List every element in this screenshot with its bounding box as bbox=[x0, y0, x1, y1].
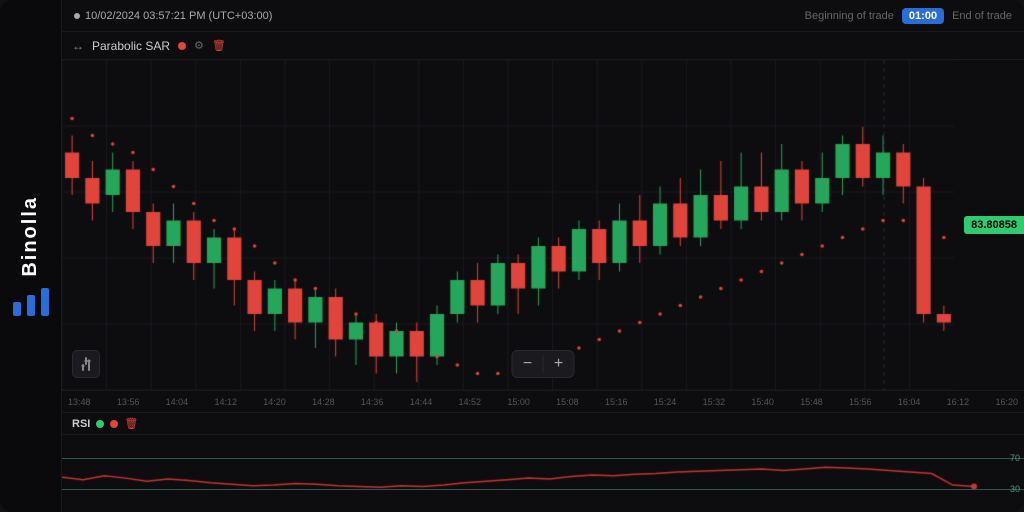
rsi-canvas bbox=[62, 435, 1024, 512]
current-price-label: 83.80858 bbox=[964, 216, 1024, 234]
time-label: 14:36 bbox=[361, 397, 384, 407]
main-container: Binolla 10/02/2024 03:57:21 PM (UTC+03:0… bbox=[0, 0, 1024, 512]
chart-area: 10/02/2024 03:57:21 PM (UTC+03:00) Begin… bbox=[62, 0, 1024, 512]
time-label: 15:08 bbox=[556, 397, 579, 407]
time-label: 16:04 bbox=[898, 397, 921, 407]
rsi-chart-area: 70 30 bbox=[62, 435, 1024, 512]
rsi-level-30-line bbox=[62, 489, 1024, 490]
time-label: 15:24 bbox=[654, 397, 677, 407]
time-label: 15:40 bbox=[751, 397, 774, 407]
zoom-in-button[interactable]: + bbox=[544, 351, 574, 377]
rsi-delete-icon[interactable]: 🗑 bbox=[124, 417, 138, 430]
indicator-arrows-icon: ↔ bbox=[72, 39, 84, 53]
indicator-settings-icon[interactable]: ⚙ bbox=[194, 39, 204, 52]
rsi-panel: RSI 🗑 70 30 bbox=[62, 412, 1024, 512]
rsi-color-dot-red bbox=[110, 420, 118, 428]
time-label: 16:12 bbox=[947, 397, 970, 407]
main-chart: 83.80858 − + bbox=[62, 60, 1024, 390]
time-label: 13:56 bbox=[117, 397, 140, 407]
time-label: 15:16 bbox=[605, 397, 628, 407]
time-axis: 13:48 13:56 14:04 14:12 14:20 14:28 14:36 14:44… bbox=[62, 390, 1024, 412]
indicator-delete-icon[interactable]: 🗑 bbox=[212, 39, 226, 52]
time-label: 15:56 bbox=[849, 397, 872, 407]
zoom-out-button[interactable]: − bbox=[513, 351, 543, 377]
indicator-name: Parabolic SAR bbox=[92, 39, 170, 53]
time-label: 14:52 bbox=[459, 397, 482, 407]
time-labels: 13:48 13:56 14:04 14:12 14:20 14:28 14:36 14:44… bbox=[66, 397, 1020, 407]
time-label: 14:12 bbox=[214, 397, 237, 407]
time-label: 15:32 bbox=[703, 397, 726, 407]
rsi-header: RSI 🗑 bbox=[62, 413, 1024, 435]
top-bar: 10/02/2024 03:57:21 PM (UTC+03:00) Begin… bbox=[62, 0, 1024, 32]
sidebar: Binolla bbox=[0, 0, 62, 512]
indicator-bar: ↔ Parabolic SAR ⚙ 🗑 bbox=[62, 32, 1024, 60]
time-label: 14:28 bbox=[312, 397, 335, 407]
indicator-color-dot bbox=[178, 42, 186, 50]
beginning-of-trade-label: Beginning of trade bbox=[805, 10, 894, 22]
time-label: 15:00 bbox=[507, 397, 530, 407]
time-label: 16:20 bbox=[995, 397, 1018, 407]
rsi-color-dot-green bbox=[96, 420, 104, 428]
brand-name: Binolla bbox=[19, 196, 42, 277]
datetime-badge: 10/02/2024 03:57:21 PM (UTC+03:00) bbox=[74, 10, 272, 22]
status-dot bbox=[74, 13, 80, 19]
time-label: 13:48 bbox=[68, 397, 91, 407]
candlestick-canvas bbox=[62, 60, 1024, 390]
time-label: 14:04 bbox=[166, 397, 189, 407]
rsi-level-30-label: 30 bbox=[1010, 484, 1020, 494]
time-label: 14:20 bbox=[263, 397, 286, 407]
rsi-level-70-line bbox=[62, 458, 1024, 459]
rsi-level-70-label: 70 bbox=[1010, 453, 1020, 463]
time-badge: 01:00 bbox=[902, 8, 944, 24]
end-of-trade-label: End of trade bbox=[952, 10, 1012, 22]
time-label: 14:44 bbox=[410, 397, 433, 407]
chart-settings-button[interactable] bbox=[72, 350, 100, 378]
brand-logo-icon bbox=[13, 288, 49, 316]
time-label: 15:48 bbox=[800, 397, 823, 407]
trade-info: Beginning of trade 01:00 End of trade bbox=[805, 8, 1012, 24]
rsi-label: RSI bbox=[72, 418, 90, 430]
zoom-controls: − + bbox=[512, 350, 575, 378]
datetime-text: 10/02/2024 03:57:21 PM (UTC+03:00) bbox=[85, 10, 272, 22]
